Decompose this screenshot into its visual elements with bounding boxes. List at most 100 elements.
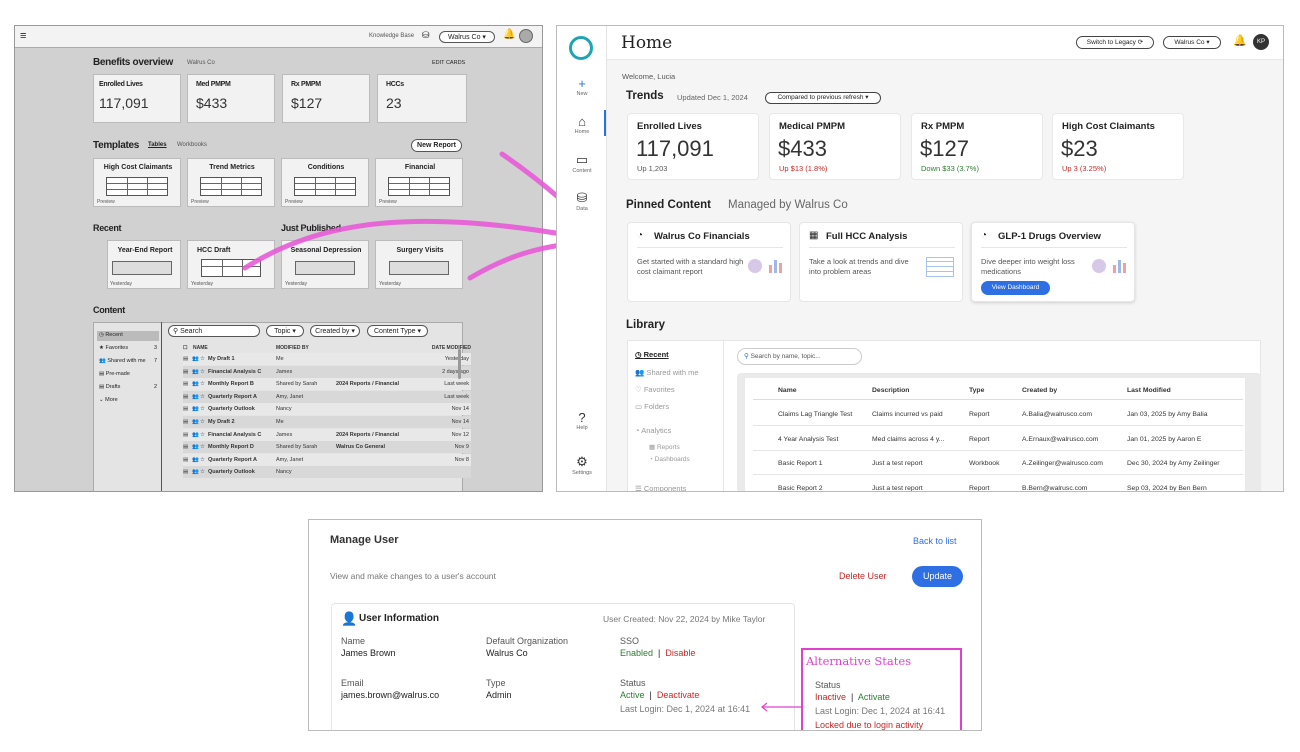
page-title: Home bbox=[621, 33, 673, 53]
email-label: Email bbox=[341, 678, 364, 688]
library-heading: Library bbox=[626, 319, 665, 331]
view-dashboard-button[interactable]: View Dashboard bbox=[981, 281, 1050, 295]
alt-title: Alternative States bbox=[806, 654, 912, 668]
home-screen: + New ⌂ Home ▭ Content ⛁ Data ? Help ⚙ Setting… bbox=[556, 25, 1284, 492]
side-favorites[interactable]: ★ Favorites 3 bbox=[99, 345, 157, 351]
lightbulb-icon[interactable]: ⛁ bbox=[422, 30, 430, 41]
pin-financials[interactable]: ◔ Walrus Co Financials Get started with … bbox=[627, 222, 791, 302]
side-shared[interactable]: 👥 Shared with me 7 bbox=[99, 358, 157, 364]
pin-hcc[interactable]: ▦ Full HCC Analysis Take a look at trend… bbox=[799, 222, 963, 302]
table-row[interactable]: ▤ 👥 ☆ Financial Analysis C James 2024 Reports… bbox=[183, 428, 471, 441]
org-label: Default Organization bbox=[486, 636, 569, 646]
table-row[interactable]: ▤ 👥 ☆ Quarterly Outlook Nancy Nov 14 bbox=[183, 403, 471, 416]
tab-tables[interactable]: Tables bbox=[148, 142, 167, 148]
bell-icon[interactable]: 🔔 bbox=[503, 29, 515, 40]
ctype-filter[interactable]: Content Type ▾ bbox=[367, 325, 428, 337]
template-hcc[interactable]: High Cost Claimants Preview bbox=[93, 158, 181, 207]
table-row[interactable]: ▤ 👥 ☆ Quarterly Report A Amy, Janet Nov 8 bbox=[183, 453, 471, 466]
knowledge-base-link[interactable]: Knowledge Base bbox=[369, 33, 414, 39]
delete-user-button[interactable]: Delete User bbox=[839, 571, 887, 581]
lib-nav-reports[interactable]: ▦ Reports bbox=[649, 443, 680, 451]
menu-icon[interactable]: ≡ bbox=[20, 30, 26, 42]
side-drafts[interactable]: ▤ Drafts 2 bbox=[99, 384, 157, 390]
lib-nav-folders[interactable]: ▭ Folders bbox=[635, 402, 669, 411]
lib-nav-components[interactable]: ☰ Components bbox=[635, 484, 686, 491]
org-value: Walrus Co bbox=[486, 648, 528, 658]
table-row[interactable]: ▤ 👥 ☆ My Draft 2 Me Nov 14 bbox=[183, 416, 471, 428]
help-icon: ? bbox=[578, 410, 586, 425]
metric-enrolled[interactable]: Enrolled Lives 117,091 Up 1,203 bbox=[627, 113, 759, 180]
lib-nav-analytics[interactable]: ◔ Analytics bbox=[635, 426, 671, 435]
metric-rx[interactable]: Rx PMPM $127 Down $33 (3.7%) bbox=[911, 113, 1043, 180]
table-row[interactable]: Claims Lag Triangle Test Claims incurred … bbox=[753, 402, 1243, 426]
back-to-list-link[interactable]: Back to list bbox=[913, 536, 957, 546]
manage-user-panel: Manage User Back to list View and make c… bbox=[308, 519, 982, 731]
nav-content[interactable]: ▭ Content bbox=[557, 152, 607, 174]
updated-text: Updated Dec 1, 2024 bbox=[677, 93, 748, 102]
home-header: Home Switch to Legacy ⟳ Walrus Co ▾ 🔔 KP bbox=[607, 26, 1283, 60]
side-recent[interactable]: ◷ Recent bbox=[99, 332, 123, 338]
alt-activate-link[interactable]: Activate bbox=[858, 692, 890, 702]
table-row[interactable]: Basic Report 2 Just a test report Report B.… bbox=[753, 476, 1243, 492]
nav-home[interactable]: ⌂ Home bbox=[557, 114, 607, 135]
type-value: Admin bbox=[486, 690, 512, 700]
org-dropdown[interactable]: Walrus Co ▾ bbox=[1163, 36, 1221, 49]
compare-dropdown[interactable]: Compared to previous refresh ▾ bbox=[765, 92, 881, 104]
card-med-pmpm: Med PMPM $433 bbox=[187, 74, 275, 123]
created-filter[interactable]: Created by ▾ bbox=[310, 325, 360, 337]
update-button[interactable]: Update bbox=[912, 566, 963, 587]
trends-heading: Trends bbox=[626, 90, 664, 102]
manage-subtitle: View and make changes to a user's accoun… bbox=[330, 571, 496, 581]
table-row[interactable]: ▤ 👥 ☆ My Draft 1 Me Yesterday bbox=[183, 353, 471, 365]
avatar[interactable]: KP bbox=[1253, 34, 1269, 50]
nav-settings[interactable]: ⚙ Settings bbox=[557, 454, 607, 476]
gear-icon: ⚙ bbox=[576, 454, 588, 469]
nav-new[interactable]: + New bbox=[557, 76, 607, 97]
home-sidebar: + New ⌂ Home ▭ Content ⛁ Data ? Help ⚙ Setting… bbox=[557, 26, 607, 491]
table-row[interactable]: ▤ 👥 ☆ Quarterly Report A Amy, Janet Last week bbox=[183, 390, 471, 403]
manage-user-title: Manage User bbox=[330, 534, 399, 546]
org-dropdown[interactable]: Walrus Co ▾ bbox=[439, 31, 495, 43]
user-info-heading: User Information bbox=[359, 613, 440, 624]
recent-year-end[interactable]: Year-End Report Yesterday bbox=[107, 240, 181, 289]
status-active: Active bbox=[620, 690, 645, 700]
lib-nav-dashboards[interactable]: ◔ Dashboards bbox=[649, 456, 690, 463]
sso-disable-link[interactable]: Disable bbox=[665, 648, 695, 658]
wf-search-input[interactable]: ⚲ Search bbox=[168, 325, 260, 337]
tab-workbooks[interactable]: Workbooks bbox=[177, 142, 207, 148]
alt-locked: Locked due to login activity bbox=[815, 720, 924, 730]
bar-thumb-icon bbox=[768, 259, 782, 273]
benefits-org: Walrus Co bbox=[187, 60, 215, 66]
arrow-left-icon bbox=[761, 702, 801, 712]
pin-glp1[interactable]: ◔ GLP-1 Drugs Overview Dive deeper into … bbox=[971, 222, 1135, 302]
lib-nav-recent[interactable]: ◷ Recent bbox=[635, 350, 669, 359]
table-row[interactable]: ▤ 👥 ☆ Monthly Report D Shared by Sarah Walrus… bbox=[183, 441, 471, 454]
scrollbar[interactable] bbox=[458, 349, 461, 379]
alt-status-label: Status bbox=[815, 680, 841, 690]
side-more[interactable]: ⌄ More bbox=[99, 397, 118, 403]
library-search-input[interactable]: ⚲ Search by name, topic... bbox=[737, 348, 862, 365]
table-row[interactable]: ▤ 👥 ☆ Financial Analysis C James 2 days ago bbox=[183, 365, 471, 378]
templates-heading: Templates bbox=[93, 140, 140, 151]
table-row[interactable]: ▤ 👥 ☆ Monthly Report B Shared by Sarah 2024 R… bbox=[183, 378, 471, 391]
metric-hcc[interactable]: High Cost Claimants $23 Up 3 (3.25%) bbox=[1052, 113, 1184, 180]
topic-filter[interactable]: Topic ▾ bbox=[266, 325, 304, 337]
metric-medical[interactable]: Medical PMPM $433 Up $13 (1.8%) bbox=[769, 113, 901, 180]
bell-icon[interactable]: 🔔 bbox=[1233, 34, 1247, 47]
table-row[interactable]: Basic Report 1 Just a test report Workbook… bbox=[753, 451, 1243, 475]
search-icon: ⚲ bbox=[744, 353, 749, 360]
table-row[interactable]: 4 Year Analysis Test Med claims across 4 … bbox=[753, 427, 1243, 451]
sso-label: SSO bbox=[620, 636, 640, 646]
pie-thumb-icon bbox=[748, 259, 762, 273]
table-row[interactable]: ▤ 👥 ☆ Quarterly Outlook Nancy bbox=[183, 466, 471, 479]
lib-nav-favorites[interactable]: ♡ Favorites bbox=[635, 385, 675, 394]
side-premade[interactable]: ▤ Pre-made bbox=[99, 371, 130, 377]
avatar-icon[interactable] bbox=[519, 29, 533, 43]
edit-cards-link[interactable]: EDIT CARDS bbox=[432, 60, 465, 66]
nav-help[interactable]: ? Help bbox=[557, 410, 607, 431]
nav-data[interactable]: ⛁ Data bbox=[557, 190, 607, 212]
lib-nav-shared[interactable]: 👥 Shared with me bbox=[635, 368, 699, 377]
switch-legacy-button[interactable]: Switch to Legacy ⟳ bbox=[1076, 36, 1154, 49]
benefits-heading: Benefits overview bbox=[93, 57, 173, 68]
deactivate-link[interactable]: Deactivate bbox=[657, 690, 700, 700]
